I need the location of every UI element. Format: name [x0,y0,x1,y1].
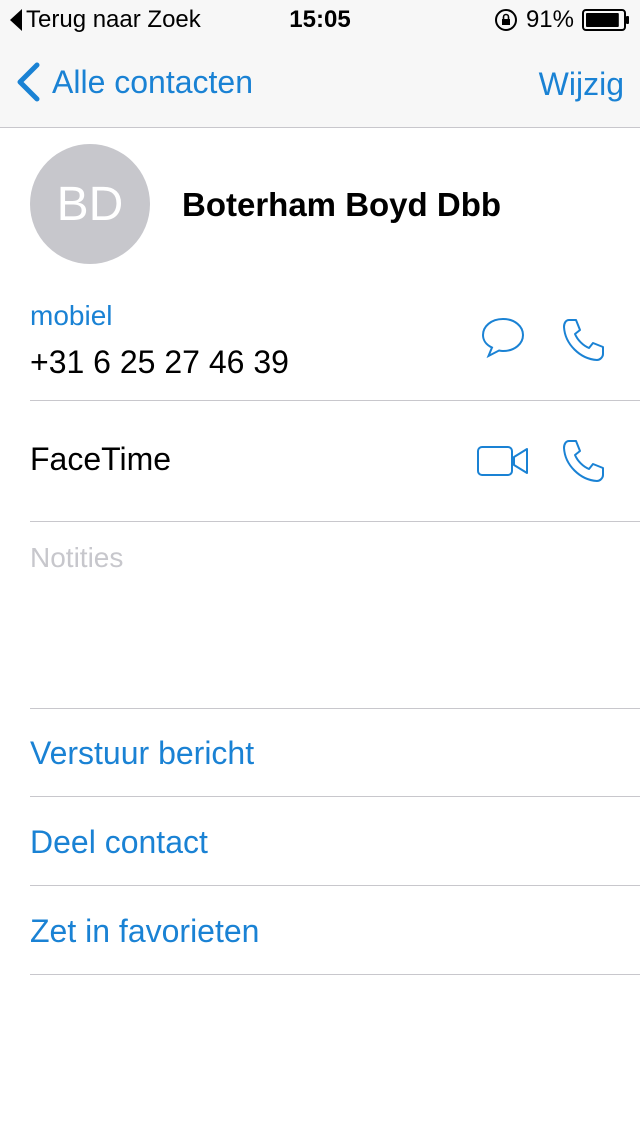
add-to-favorites-label: Zet in favorieten [30,913,260,949]
share-contact-label: Deel contact [30,824,208,860]
back-button-label: Alle contacten [52,63,254,100]
phone-number[interactable]: +31 6 25 27 46 39 [30,344,289,381]
back-to-app[interactable]: Terug naar Zoek [10,6,201,34]
add-to-favorites-action[interactable]: Zet in favorieten [30,887,640,975]
battery-percent: 91% [525,6,574,33]
notes-placeholder: Notities [30,542,124,573]
avatar-initials: BD [56,177,124,231]
back-triangle-icon [10,9,22,31]
send-message-label: Verstuur bericht [30,735,255,771]
navigation-bar: Alle contacten Wijzig [0,40,640,128]
share-contact-action[interactable]: Deel contact [30,798,640,886]
phone-row[interactable]: mobiel +31 6 25 27 46 39 [30,300,640,401]
phone-icon [563,440,604,482]
rotation-lock-icon [494,9,517,31]
facetime-row[interactable]: FaceTime [30,401,640,522]
call-button[interactable] [560,316,608,369]
edit-button[interactable]: Wijzig [539,66,624,103]
video-camera-icon [477,446,528,476]
message-button[interactable] [480,316,526,365]
status-bar: Terug naar Zoek 15:05 91% [0,0,640,40]
facetime-label: FaceTime [30,441,172,477]
battery-icon [582,9,629,31]
notes-field[interactable]: Notities [30,522,640,709]
facetime-video-button[interactable] [476,445,530,482]
phone-icon [563,319,604,361]
avatar: BD [30,144,150,264]
send-message-action[interactable]: Verstuur bericht [30,709,640,797]
chevron-left-icon [17,62,40,102]
status-right: 91% [494,6,630,34]
back-to-app-label: Terug naar Zoek [26,6,201,33]
message-bubble-icon [481,317,525,359]
phone-label: mobiel [30,300,113,331]
facetime-audio-button[interactable] [560,437,608,490]
back-button[interactable]: Alle contacten [16,62,253,102]
contact-name: Boterham Boyd Dbb [182,186,502,223]
